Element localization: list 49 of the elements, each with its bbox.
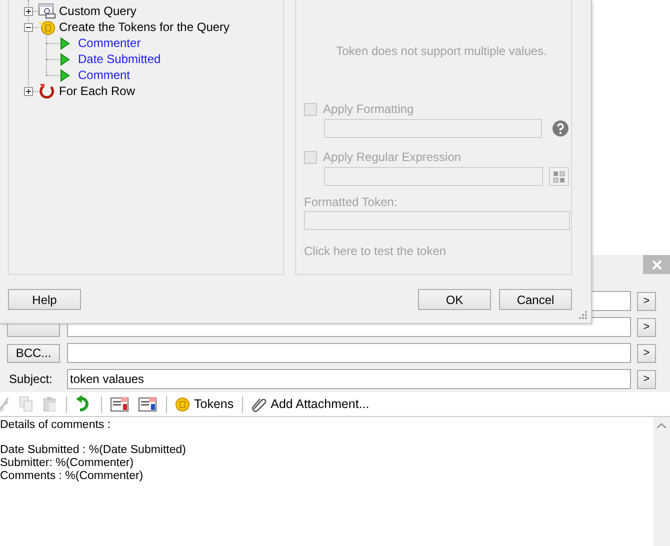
- subject-label: Subject:: [8, 372, 52, 386]
- tree-item[interactable]: Create the Tokens for the Query: [59, 20, 230, 34]
- tree-item[interactable]: Custom Query: [59, 4, 136, 18]
- more-button[interactable]: >: [637, 292, 656, 310]
- dialog-button[interactable]: Help: [8, 289, 81, 310]
- tokens-button[interactable]: Tokens: [173, 396, 236, 412]
- tree-item[interactable]: Date Submitted: [78, 52, 161, 66]
- body-line: Comments : %(Commenter): [0, 470, 144, 483]
- input-field[interactable]: [324, 167, 543, 186]
- help-icon[interactable]: [552, 120, 569, 137]
- body-line: Date Submitted : %(Date Submitted): [0, 444, 187, 457]
- play-icon: [60, 36, 70, 50]
- dialog-button[interactable]: OK: [418, 289, 491, 310]
- expander-icon[interactable]: [24, 22, 33, 32]
- more-button[interactable]: >: [637, 344, 656, 362]
- play-icon: [60, 68, 70, 82]
- expander-icon[interactable]: [24, 86, 33, 96]
- more-button[interactable]: >: [637, 318, 656, 336]
- dialog-button[interactable]: Cancel: [499, 289, 572, 310]
- expander-icon[interactable]: [24, 6, 33, 16]
- scrollbar[interactable]: [653, 417, 670, 546]
- address-button[interactable]: BCC...: [7, 344, 60, 362]
- query-icon: [38, 3, 56, 19]
- body-line: Details of comments :: [0, 419, 112, 432]
- scroll-up-icon[interactable]: [657, 423, 666, 429]
- checkbox-label: Apply Regular Expression: [323, 150, 462, 164]
- more-button[interactable]: >: [637, 370, 656, 388]
- close-icon[interactable]: [652, 260, 662, 270]
- input-field[interactable]: [324, 119, 542, 138]
- formatted-token-field[interactable]: [304, 211, 570, 230]
- resize-grip-icon[interactable]: [579, 311, 588, 320]
- add-attachment-button[interactable]: Add Attachment...: [248, 396, 372, 412]
- coin-icon: [175, 396, 190, 412]
- tree-item[interactable]: Commenter: [78, 36, 141, 50]
- paperclip-icon: [250, 396, 267, 412]
- info-message: Token does not support multiple values.: [335, 44, 548, 58]
- input-field[interactable]: token valaues: [67, 369, 631, 389]
- coin-icon: [38, 19, 56, 35]
- tree-item[interactable]: For Each Row: [59, 84, 136, 98]
- play-icon: [60, 52, 70, 66]
- checkbox-label: Apply Formatting: [323, 102, 414, 116]
- field-label: Formatted Token:: [304, 195, 398, 209]
- body-line: Submitter: %(Commenter): [0, 457, 135, 470]
- input-field[interactable]: [67, 343, 631, 363]
- loop-icon: [38, 83, 56, 99]
- grid-button[interactable]: [549, 167, 569, 186]
- close-button[interactable]: [643, 255, 670, 274]
- tree-item[interactable]: Comment: [78, 68, 130, 82]
- message-body[interactable]: Details of comments : Date Submitted : %(Date Submitted) Submitter: %(Commenter) Comments : %(Commenter): [0, 417, 653, 546]
